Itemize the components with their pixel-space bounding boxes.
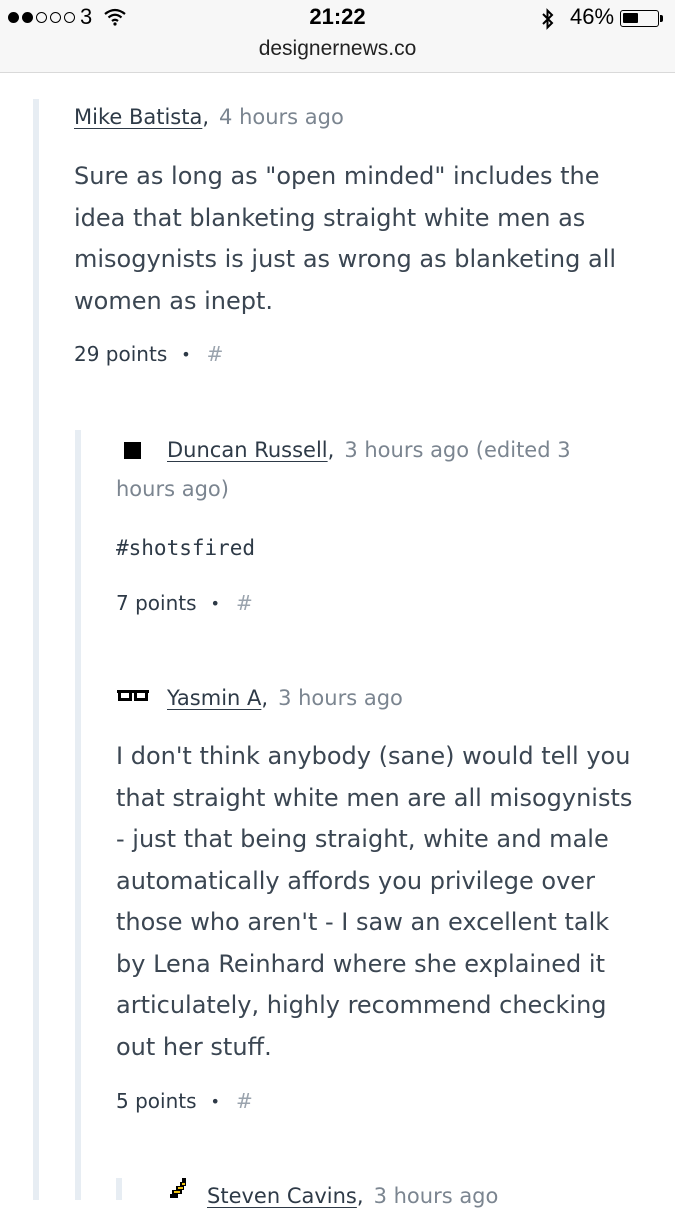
comment-meta: 5 points • # [116,1089,253,1113]
bluetooth-icon [541,7,555,36]
comment-body: #shotsfired [116,536,256,560]
url-text: designernews.co [258,37,417,60]
comment-body-line: idea that blanketing straight white men … [74,203,586,232]
thread-line-level-2 [75,430,81,1200]
comment-separator: , [327,438,335,462]
comment-time-line2: hours ago) [116,477,229,501]
meta-bullet: • [210,1091,220,1111]
comment-permalink[interactable]: # [236,1089,253,1113]
pixel-glasses-icon [117,688,149,708]
comment-body-line: articulately, highly recommend checking [116,991,607,1019]
comment-header: Duncan Russell, 3 hours ago (edited 3 [167,430,571,470]
comment-permalink[interactable]: # [207,342,224,366]
comment-body-line: those who aren't - I saw an excellent ta… [116,908,610,936]
comment-points[interactable]: 29 points [74,342,167,366]
comment-author-link[interactable]: Duncan Russell [167,438,328,462]
comment-separator: , [202,105,210,129]
comment-separator: , [356,1184,364,1208]
battery-percent: 46% [570,4,615,29]
comment-points[interactable]: 5 points [116,1089,197,1113]
status-bar: 3 21:22 46% [0,0,675,38]
comment-body-line: automatically affords you privilege over [116,866,595,895]
comment-body: Sure as long as "open minded" includes t… [74,156,616,322]
comment-body-line: out her stuff. [116,1032,272,1061]
comment-meta: 7 points • # [116,591,253,615]
thread-line-level-1 [33,99,39,1200]
comment-body-line: that straight white men are all misogyni… [116,783,633,812]
comment-header: Mike Batista, 4 hours ago [74,97,344,137]
comment-body-line: - just that being straight, white and ma… [116,825,609,853]
comment-time: 3 hours ago (edited 3 [344,438,571,462]
comment-body-line: by Lena Reinhard where she explained it [116,949,605,978]
comment-body-line: Sure as long as "open minded" includes t… [74,162,600,190]
comment-points[interactable]: 7 points [116,591,197,615]
comment-time: 3 hours ago [373,1184,499,1208]
comment-body-line: women as inept. [74,286,274,315]
comment-body: I don't think anybody (sane) would tell … [116,736,632,1068]
comment-body-line: misogynists is just as wrong as blanketi… [74,245,617,273]
comment-separator: , [261,686,269,710]
meta-bullet: • [181,344,191,364]
battery-icon [620,10,659,27]
comment-meta: 29 points • # [74,342,223,366]
comment-author-link[interactable]: Mike Batista [74,105,202,129]
comment-time: 4 hours ago [219,105,344,129]
address-bar[interactable]: designernews.co [0,38,675,73]
thread-line-level-3 [116,1178,122,1200]
comment-permalink[interactable]: # [236,591,253,615]
comment-time-continued: hours ago) [116,469,229,509]
comment-header: Yasmin A, 3 hours ago [167,678,403,718]
black-square-icon [124,442,141,459]
comment-time: 3 hours ago [278,686,403,710]
comment-author-link[interactable]: Yasmin A [167,686,261,710]
comment-body-line: I don't think anybody (sane) would tell … [116,742,631,770]
comment-author-link[interactable]: Steven Cavins [207,1184,357,1208]
meta-bullet: • [210,593,220,613]
comment-header: Steven Cavins, 3 hours ago [207,1176,498,1216]
